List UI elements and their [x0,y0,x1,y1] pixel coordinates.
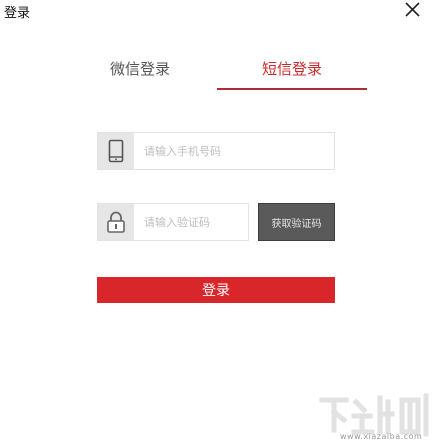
active-tab-underline [217,88,367,90]
watermark-url: www.xiazaiba.com [340,432,423,441]
phone-icon-box [98,133,134,169]
code-field [97,203,249,241]
window-title: 登录 [4,6,31,21]
lock-icon [107,211,125,233]
tab-sms-login[interactable]: 短信登录 [217,58,367,86]
phone-icon [108,139,124,163]
phone-field [97,132,335,170]
close-button[interactable] [400,0,426,22]
code-input[interactable] [144,204,244,240]
title-bar: 登录 [0,0,439,26]
tab-wechat-login[interactable]: 微信登录 [70,58,210,86]
phone-input[interactable] [144,133,328,169]
lock-icon-box [98,204,134,240]
get-code-button[interactable]: 获取验证码 [258,203,335,241]
login-button[interactable]: 登录 [97,277,335,303]
close-icon [405,2,420,17]
